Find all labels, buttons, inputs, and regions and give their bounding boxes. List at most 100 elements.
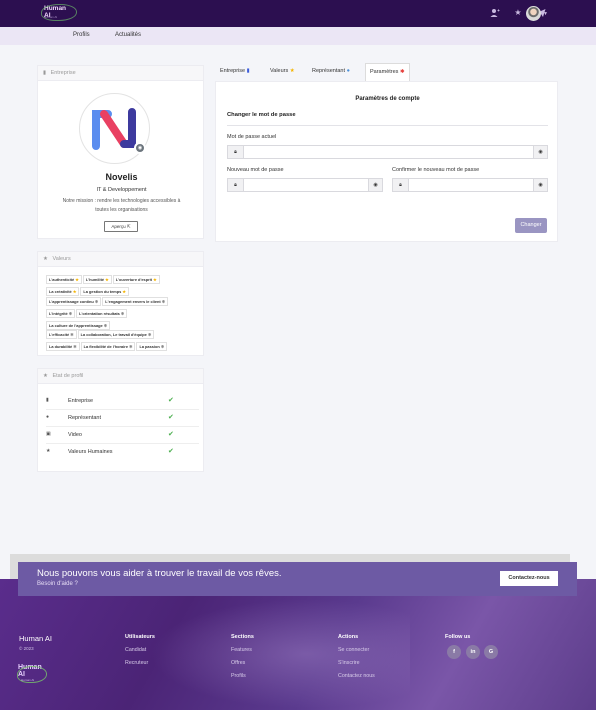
tab-valeurs[interactable]: Valeurs ★ (270, 63, 295, 81)
gear-icon: ✱ (160, 344, 165, 349)
footer-link[interactable]: Offres (231, 660, 254, 666)
footer-link[interactable]: Se connecter (338, 647, 375, 653)
company-mission: Notre mission : rendre les technologies … (62, 198, 181, 204)
gear-icon: ✱ (94, 299, 99, 304)
footer-link[interactable]: S'inscrire (338, 660, 375, 666)
footer-col-sections: Sections Features Offres Profils (231, 634, 254, 679)
company-sector: IT & Developpement (96, 187, 147, 193)
eye-icon[interactable]: ◉ (533, 179, 547, 191)
building-icon: ▮ (43, 70, 47, 76)
gear-icon: ✱ (73, 344, 77, 349)
value-tag[interactable]: La créativité ★ (46, 287, 80, 296)
footer-col-actions: Actions Se connecter S'inscrire Contacte… (338, 634, 375, 679)
preview-button[interactable]: Aperçu ⇱ (104, 221, 138, 232)
brand-tagline: Human AI (44, 15, 58, 19)
status-label: Représentant (68, 415, 102, 421)
footer: Nous pouvons vous aider à trouver le tra… (0, 554, 596, 710)
value-tag[interactable]: La passion ✱ (136, 342, 168, 351)
change-password-button[interactable]: Changer (515, 218, 547, 233)
eye-icon[interactable]: ◉ (533, 146, 547, 158)
value-tag[interactable]: L'apprentissage continu ✱ (46, 297, 102, 306)
chevron-down-icon[interactable]: ▼ (543, 11, 548, 17)
top-navbar: Human AI Human AI ★ ▼ (0, 0, 596, 27)
camera-icon[interactable]: ◉ (134, 142, 146, 154)
status-row-valeurs: ★ Valeurs Humaines ✔ (46, 444, 199, 461)
gear-icon: ✱ (70, 332, 74, 337)
footer-link[interactable]: Candidat (125, 647, 155, 653)
star-icon: ★ (43, 373, 48, 379)
footer-col-follow: Follow us (445, 634, 471, 640)
gear-icon: ✱ (68, 311, 73, 316)
building-icon: ▮ (46, 397, 49, 403)
card-title: Entreprise (50, 70, 76, 76)
values-group-1: L'authenticité ★ L'humilité ★ L'ouverture … (46, 275, 199, 299)
value-tag[interactable]: La gestion du temps ★ (80, 287, 129, 296)
cta-banner: Nous pouvons vous aider à trouver le tra… (18, 562, 577, 596)
value-tag[interactable]: L'ouverture d'esprit ★ (112, 275, 160, 284)
card-header: ★ Etat de profil (38, 369, 203, 384)
gear-icon: ✱ (161, 299, 166, 304)
value-tag[interactable]: L'intégrité ✱ (46, 309, 76, 318)
gear-icon: ✱ (129, 344, 133, 349)
tab-parametres[interactable]: Paramètres ✱ (365, 63, 410, 81)
card-header: ★ Valeurs (38, 252, 203, 267)
values-group-3: L'efficacité ✱ La collaboration, Le trava… (46, 330, 199, 354)
cta-title: Nous pouvons vous aider à trouver le tra… (37, 568, 282, 579)
current-password-field[interactable]: 🔒︎ ◉ (227, 145, 548, 159)
star-icon: ★ (289, 68, 295, 74)
profile-status-card: ★ Etat de profil ▮ Entreprise ✔ ● Représ… (37, 368, 204, 472)
linkedin-icon[interactable]: in (466, 645, 480, 659)
value-tag[interactable]: L'humilité ★ (82, 275, 112, 284)
check-icon: ✔ (168, 431, 174, 438)
divider (227, 125, 548, 126)
value-tag[interactable]: L'engagement envers le client ✱ (102, 297, 169, 306)
check-icon: ✔ (168, 448, 174, 455)
value-tag[interactable]: La durabilité ✱ (46, 342, 80, 351)
user-plus-icon[interactable] (490, 8, 500, 18)
footer-link[interactable]: Recruteur (125, 660, 155, 666)
footer-link[interactable]: Contactez nous (338, 673, 375, 679)
google-icon[interactable]: G (484, 645, 498, 659)
gear-icon: ✱ (147, 332, 152, 337)
tab-entreprise[interactable]: Entreprise ▮ (220, 63, 250, 81)
current-password-label: Mot de passe actuel (227, 134, 277, 140)
company-mission-cont: toutes les organisations (95, 207, 148, 213)
lock-icon: 🔒︎ (228, 179, 244, 191)
confirm-password-label: Confirmer le nouveau mot de passe (392, 167, 480, 173)
value-tag[interactable]: La flexibilité de l'horaire ✱ (80, 342, 136, 351)
gear-icon: ✱ (120, 311, 125, 316)
value-tag[interactable]: La collaboration, Le travail d'équipe ✱ (77, 330, 155, 339)
facebook-icon[interactable]: f (447, 645, 461, 659)
footer-link[interactable]: Features (231, 647, 254, 653)
section-title: Changer le mot de passe (227, 112, 296, 118)
star-icon: ★ (75, 277, 79, 282)
footer-brand: Human AI (19, 634, 52, 643)
new-password-field[interactable]: 🔒︎ ◉ (227, 178, 383, 192)
value-tag[interactable]: L'orientation résultats ✱ (76, 309, 128, 318)
check-icon: ✔ (168, 414, 174, 421)
check-icon: ✔ (168, 397, 174, 404)
confirm-password-field[interactable]: 🔒︎ ◉ (392, 178, 548, 192)
tab-representant[interactable]: Représentant ● (312, 63, 350, 81)
bookmark-icon: ▮ (246, 68, 250, 74)
footer-link[interactable]: Profils (231, 673, 254, 679)
footer-background (0, 579, 596, 710)
brand-logo[interactable]: Human AI Human AI (41, 4, 77, 21)
nav-item-profils[interactable]: Profils (73, 32, 90, 38)
card-header: ▮ Entreprise (38, 66, 203, 81)
status-row-representant: ● Représentant ✔ (46, 410, 199, 427)
user-avatar[interactable] (526, 6, 541, 21)
star-icon: ★ (122, 289, 126, 294)
value-tag[interactable]: La culture de l'apprentissage ✱ (46, 321, 111, 330)
secondary-nav: Profils Actualités (0, 27, 596, 45)
person-icon: ● (46, 414, 50, 420)
footer-col-utilisateurs: Utilisateurs Candidat Recruteur (125, 634, 155, 666)
value-tag[interactable]: L'efficacité ✱ (46, 330, 77, 339)
status-row-entreprise: ▮ Entreprise ✔ (46, 393, 199, 410)
contact-button[interactable]: Contactez-nous (500, 571, 558, 586)
copyright: © 2023 (19, 646, 34, 651)
value-tag[interactable]: L'authenticité ★ (46, 275, 82, 284)
star-icon[interactable]: ★ (513, 8, 523, 18)
eye-icon[interactable]: ◉ (368, 179, 382, 191)
nav-item-actualites[interactable]: Actualités (115, 32, 141, 38)
